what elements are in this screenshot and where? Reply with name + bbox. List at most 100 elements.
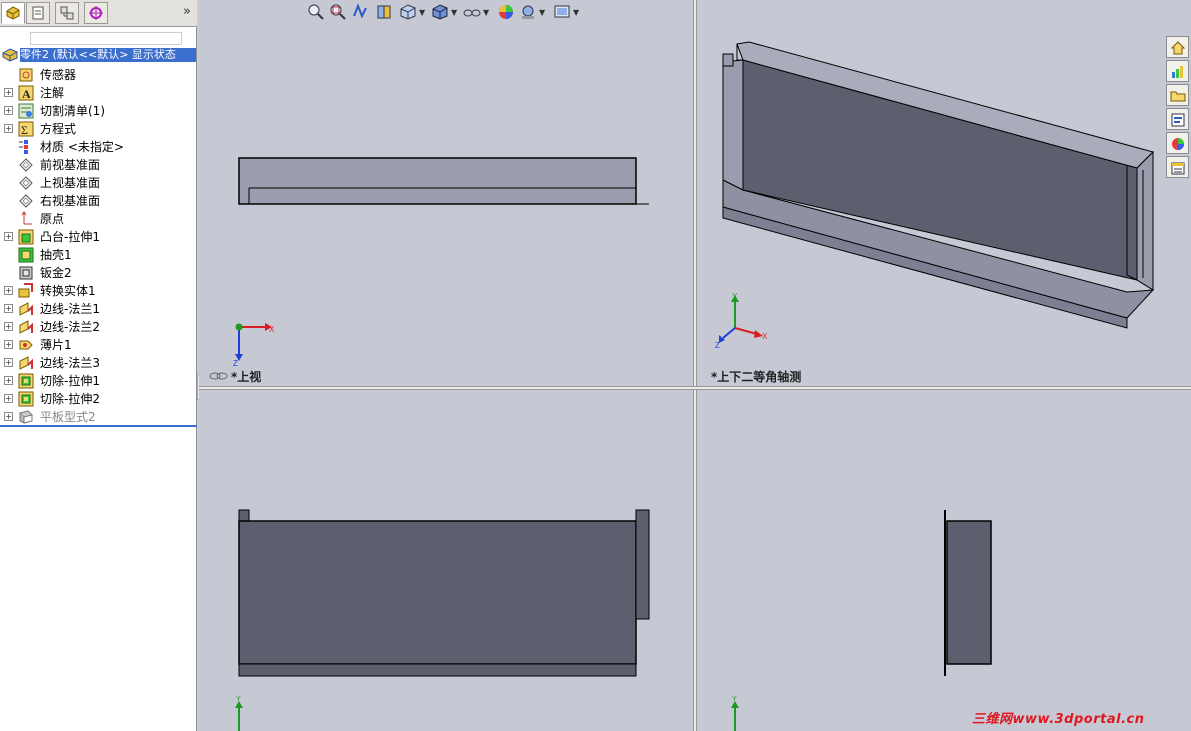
cut-extrude-icon [18,373,34,389]
link-views-icon[interactable] [209,370,229,382]
feature-tree-icon [6,6,20,20]
design-library-tab[interactable] [1166,60,1189,82]
part-icon [2,48,18,62]
edge-flange-icon [19,356,33,370]
tree-item[interactable]: 上视基准面 [0,174,197,192]
view-orientation-button[interactable] [398,2,418,22]
viewport-trimetric[interactable]: Y X Z *上下二等角轴测 [697,0,1191,386]
tree-item[interactable]: 钣金2 [0,264,197,282]
home-icon [1170,41,1186,55]
expand-toggle-icon[interactable]: + [4,394,13,403]
tree-item[interactable]: + 切除-拉伸2 [0,390,197,408]
more-tabs-chevron-icon[interactable]: » [183,4,191,19]
triad-z-label: Z [233,359,238,368]
expand-toggle-icon[interactable]: + [4,106,13,115]
tree-item[interactable]: + 边线-法兰1 [0,300,197,318]
section-view-button[interactable] [374,2,394,22]
triad-y-label: Y [236,696,241,703]
expand-toggle-icon[interactable]: + [4,322,13,331]
chevron-down-icon[interactable]: ▼ [573,8,579,17]
tree-item[interactable]: + 平板型式2 [0,408,197,426]
viewport-front[interactable]: Y [199,390,693,731]
zoom-to-area-button[interactable] [328,2,348,22]
tree-item[interactable]: 前视基准面 [0,156,197,174]
viewport-right[interactable]: Y [697,390,1191,731]
tree-item-label: 平板型式2 [40,410,96,424]
view-triad: Y [235,696,243,731]
solidworks-resources-tab[interactable] [1166,36,1189,58]
file-explorer-tab[interactable] [1166,84,1189,106]
expand-toggle-icon[interactable]: + [4,286,13,295]
tree-item-label: 切割清单(1) [40,104,105,118]
expand-toggle-icon[interactable]: + [4,340,13,349]
expand-toggle-icon[interactable]: + [4,232,13,241]
tab-dimxpert-manager[interactable] [84,2,108,24]
zoom-fit-icon [308,4,324,20]
appearances-scenes-tab[interactable] [1166,132,1189,154]
tree-item-label: 切除-拉伸1 [40,374,100,388]
viewport-label-trimetric: *上下二等角轴测 [711,370,802,384]
tree-item-label: 转换实体1 [40,284,96,298]
rollback-bar[interactable] [0,425,197,427]
expand-toggle-icon[interactable]: + [4,376,13,385]
front-view-part [238,509,650,677]
tree-root-part[interactable]: 零件2 (默认<<默认> 显示状态 [0,48,197,62]
viewport-splitter-horizontal[interactable] [199,386,1191,390]
section-view-icon [377,5,391,19]
custom-properties-icon [1171,162,1185,175]
display-style-button[interactable] [430,2,450,22]
tree-item-label: 上视基准面 [40,176,101,190]
appearances-icon [1172,138,1184,150]
tree-item[interactable]: + 薄片1 [0,336,197,354]
viewport-splitter-vertical[interactable] [693,0,697,731]
tab-feature-tree[interactable] [1,2,25,24]
chevron-down-icon[interactable]: ▼ [539,8,545,17]
tree-item[interactable]: + 切割清单(1) [0,102,197,120]
feature-filter-input[interactable] [30,32,182,45]
tree-item[interactable]: 材质 <未指定> [0,138,197,156]
convert-entities-icon [18,283,33,298]
expand-toggle-icon[interactable]: + [4,88,13,97]
tree-item[interactable]: + 边线-法兰3 [0,354,197,372]
expand-toggle-icon[interactable]: + [4,124,13,133]
tree-item[interactable]: + A 注解 [0,84,197,102]
tab-configuration-manager[interactable] [55,2,79,24]
tree-root-label: 零件2 (默认<<默认> 显示状态 [20,48,196,62]
zoom-to-fit-button[interactable] [306,2,326,22]
chevron-down-icon[interactable]: ▼ [419,8,425,17]
previous-view-button[interactable] [350,2,370,22]
chevron-down-icon[interactable]: ▼ [451,8,457,17]
folder-icon [1170,91,1186,102]
edit-appearance-button[interactable] [496,2,516,22]
tree-item[interactable]: + 凸台-拉伸1 [0,228,197,246]
apply-scene-button[interactable] [518,2,538,22]
custom-properties-tab[interactable] [1166,156,1189,178]
tree-item[interactable]: + 边线-法兰2 [0,318,197,336]
viewport-top[interactable]: X Z *上视 [199,0,693,386]
expand-toggle-icon[interactable]: + [4,412,13,421]
tree-item[interactable]: 原点 [0,210,197,228]
tree-item[interactable]: 传感器 [0,66,197,84]
tree-item[interactable]: 右视基准面 [0,192,197,210]
tree-item-label: 传感器 [40,68,77,82]
viewport-label-top: *上视 [231,370,262,384]
tree-item[interactable]: + 转换实体1 [0,282,197,300]
view-settings-button[interactable] [552,2,572,22]
view-triad: Y X Z [715,292,768,350]
chevron-down-icon[interactable]: ▼ [483,8,489,17]
sensor-icon [19,68,33,82]
view-palette-tab[interactable] [1166,108,1189,130]
tree-item[interactable]: + Σ 方程式 [0,120,197,138]
feature-manager-panel: » 零件2 (默认<<默认> 显示状态 传感器 + A 注解 + 切割清单(1) + Σ 方程式… [0,0,197,731]
tab-property-manager[interactable] [26,2,50,24]
tree-item[interactable]: + 切除-拉伸1 [0,372,197,390]
view-triad: Y [731,696,739,731]
expand-toggle-icon[interactable]: + [4,304,13,313]
expand-toggle-icon[interactable]: + [4,358,13,367]
feature-manager-tabs: » [0,0,197,27]
task-pane-tabs [1166,36,1191,182]
tree-item-label: 边线-法兰2 [40,320,100,334]
hide-show-items-button[interactable] [462,2,482,22]
view-triad: X Z [233,323,275,368]
tree-item[interactable]: 抽壳1 [0,246,197,264]
